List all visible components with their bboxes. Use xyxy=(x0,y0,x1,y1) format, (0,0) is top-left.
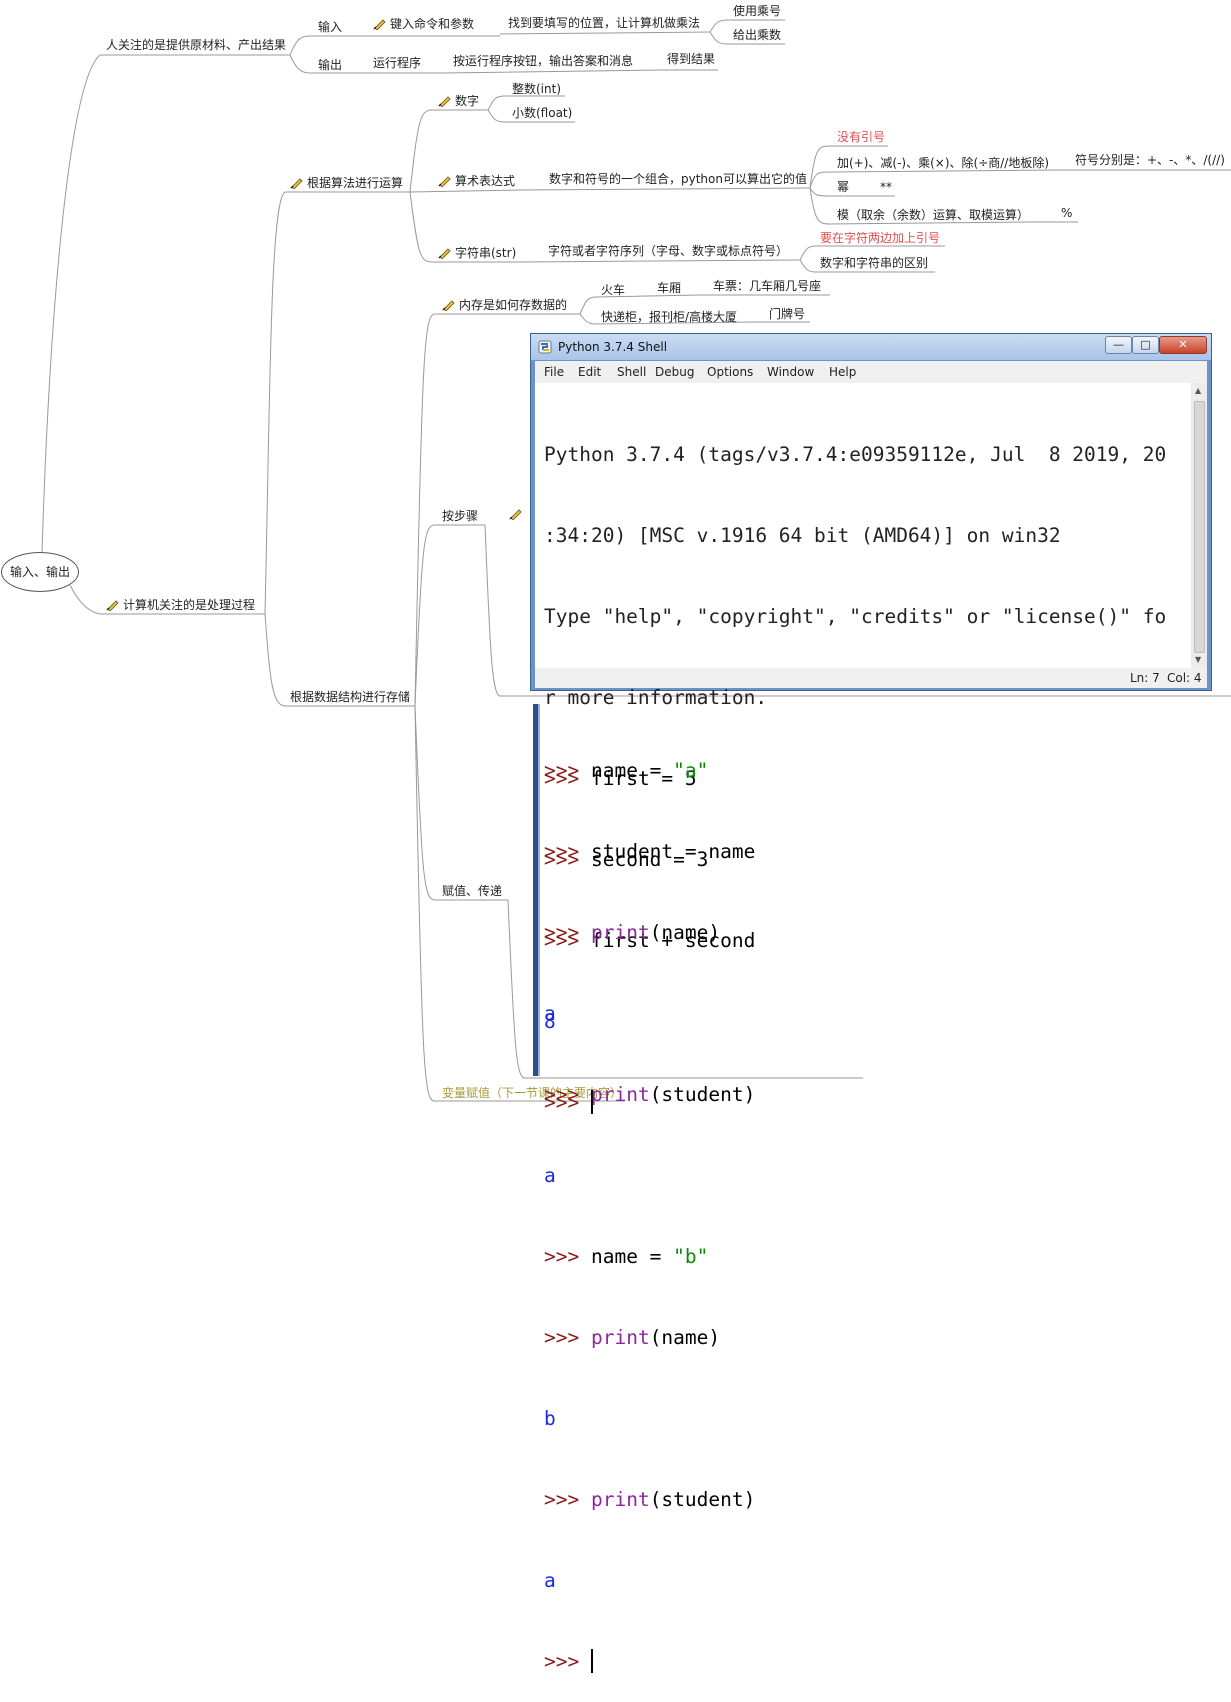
banner-line: Type "help", "copyright", "credits" or "… xyxy=(544,605,1167,628)
pencil-icon xyxy=(442,300,455,311)
menu-edit[interactable]: Edit xyxy=(578,365,601,379)
vertical-scrollbar[interactable]: ▲ ▼ xyxy=(1191,383,1207,668)
shell-input-line: >>> student = name xyxy=(544,840,756,863)
shell-result: a xyxy=(544,1002,556,1025)
float-node[interactable]: 小数(float) xyxy=(512,106,572,120)
status-line: Ln: 7 xyxy=(1130,671,1160,685)
memory-node[interactable]: 内存是如何存数据的 xyxy=(442,298,567,312)
input-node[interactable]: 输入 xyxy=(318,20,342,34)
python-icon xyxy=(538,340,552,354)
power-symbol: ** xyxy=(880,180,892,194)
shell-input-line: >>> name = "b" xyxy=(544,1245,709,1268)
status-column: Col: 4 xyxy=(1167,671,1202,685)
steps-pencil xyxy=(509,507,526,521)
run-program-node[interactable]: 运行程序 xyxy=(373,56,421,70)
pencil-icon xyxy=(373,19,386,30)
no-quote-node[interactable]: 没有引号 xyxy=(837,130,885,144)
shell-input-line: >>> print(name) xyxy=(544,1326,721,1349)
pencil-icon xyxy=(438,176,451,187)
shell-text-area[interactable]: Python 3.7.4 (tags/v3.7.4:e09359112e, Ju… xyxy=(535,383,1191,1114)
pencil-icon xyxy=(106,600,119,611)
steps-node[interactable]: 按步骤 xyxy=(442,509,478,523)
minimize-button[interactable]: — xyxy=(1105,336,1132,354)
mod-symbol-node[interactable]: % xyxy=(1061,206,1072,220)
expr-detail-node[interactable]: 数字和符号的一个组合，python可以算出它的值 xyxy=(549,172,807,186)
pencil-icon xyxy=(438,96,451,107)
int-node[interactable]: 整数(int) xyxy=(512,82,561,96)
shell-input-line: >>> print(student) xyxy=(544,1083,756,1106)
shell-excerpt: >>> name = "a" >>> student = name >>> pr… xyxy=(544,703,755,1702)
data-node[interactable]: 根据数据结构进行存储 xyxy=(290,690,410,704)
menu-file[interactable]: File xyxy=(544,365,564,379)
text-cursor xyxy=(590,1649,593,1673)
pencil-icon xyxy=(290,178,303,189)
shell-input-line: >>> print(name) xyxy=(544,921,721,944)
root-label: 输入、输出 xyxy=(9,565,70,579)
menu-bar: File Edit Shell Debug Options Window Hel… xyxy=(535,361,1207,383)
menu-window[interactable]: Window xyxy=(767,365,814,379)
power-node[interactable]: 幂 xyxy=(837,180,849,194)
shell-input-line: >>> xyxy=(544,1648,755,1675)
menu-options[interactable]: Options xyxy=(707,365,753,379)
status-bar: Ln: 7 Col: 4 xyxy=(535,668,1207,688)
number-node[interactable]: 数字 xyxy=(438,94,479,108)
scroll-thumb[interactable] xyxy=(1194,401,1205,653)
scroll-up-icon[interactable]: ▲ xyxy=(1195,386,1201,395)
output-node[interactable]: 输出 xyxy=(318,58,342,72)
car-node[interactable]: 车厢 xyxy=(657,281,681,295)
get-result-node[interactable]: 得到结果 xyxy=(667,52,715,66)
assign-node[interactable]: 赋值、传递 xyxy=(442,884,502,898)
banner-line: Python 3.7.4 (tags/v3.7.4:e09359112e, Ju… xyxy=(544,443,1167,466)
shell-result: b xyxy=(544,1407,556,1430)
window-title: Python 3.7.4 Shell xyxy=(558,340,668,354)
str-detail-node[interactable]: 字符或者字符序列（字母、数字或标点符号） xyxy=(548,244,788,258)
use-multiply-node[interactable]: 使用乘号 xyxy=(733,4,781,18)
keyboard-command-node[interactable]: 键入命令和参数 xyxy=(373,17,474,31)
str-diff-node[interactable]: 数字和字符串的区别 xyxy=(820,256,928,270)
maximize-button[interactable]: □ xyxy=(1132,336,1159,354)
shell-result: a xyxy=(544,1569,556,1592)
str-quote-node[interactable]: 要在字符两边加上引号 xyxy=(820,231,940,245)
title-bar[interactable]: Python 3.7.4 Shell — □ ✕ xyxy=(531,334,1211,360)
ops-node[interactable]: 加(+)、减(-)、乘(×)、除(÷商//地板除) xyxy=(837,156,1049,170)
shell-result: a xyxy=(544,1164,556,1187)
ops-symbols-node[interactable]: 符号分别是：+、-、*、/(//) xyxy=(1075,153,1225,167)
input-detail-node[interactable]: 找到要填写的位置，让计算机做乘法 xyxy=(508,16,700,30)
output-detail-node[interactable]: 按运行程序按钮，输出答案和消息 xyxy=(453,54,633,68)
door-number-node[interactable]: 门牌号 xyxy=(769,307,805,321)
str-node[interactable]: 字符串(str) xyxy=(438,246,516,260)
shell-input-line: >>> print(student) xyxy=(544,1488,756,1511)
scroll-down-icon[interactable]: ▼ xyxy=(1195,655,1201,664)
train-node[interactable]: 火车 xyxy=(601,283,625,297)
computer-node[interactable]: 计算机关注的是处理过程 xyxy=(106,598,255,612)
give-multiplier-node[interactable]: 给出乘数 xyxy=(733,28,781,42)
algo-node[interactable]: 根据算法进行运算 xyxy=(290,176,403,190)
menu-debug[interactable]: Debug xyxy=(655,365,694,379)
pencil-icon xyxy=(438,248,451,259)
human-node[interactable]: 人关注的是提供原材料、产出结果 xyxy=(106,38,286,52)
locker-node[interactable]: 快递柜，报刊柜/高楼大厦 xyxy=(601,310,737,324)
banner-line: :34:20) [MSC v.1916 64 bit (AMD64)] on w… xyxy=(544,524,1061,547)
root-node[interactable]: 输入、输出 xyxy=(1,552,79,592)
shell-excerpt-border-light xyxy=(538,704,540,1076)
close-button[interactable]: ✕ xyxy=(1159,336,1207,354)
pencil-icon xyxy=(509,509,522,520)
python-shell-window[interactable]: Python 3.7.4 Shell — □ ✕ File Edit Shell… xyxy=(530,333,1212,1114)
expr-node[interactable]: 算术表达式 xyxy=(438,174,515,188)
menu-help[interactable]: Help xyxy=(829,365,856,379)
menu-shell[interactable]: Shell xyxy=(617,365,646,379)
mod-node[interactable]: 模（取余（余数）运算、取模运算） xyxy=(837,208,1029,222)
ticket-node[interactable]: 车票：几车厢几号座 xyxy=(713,279,821,293)
shell-input-line: >>> name = "a" xyxy=(544,759,709,782)
